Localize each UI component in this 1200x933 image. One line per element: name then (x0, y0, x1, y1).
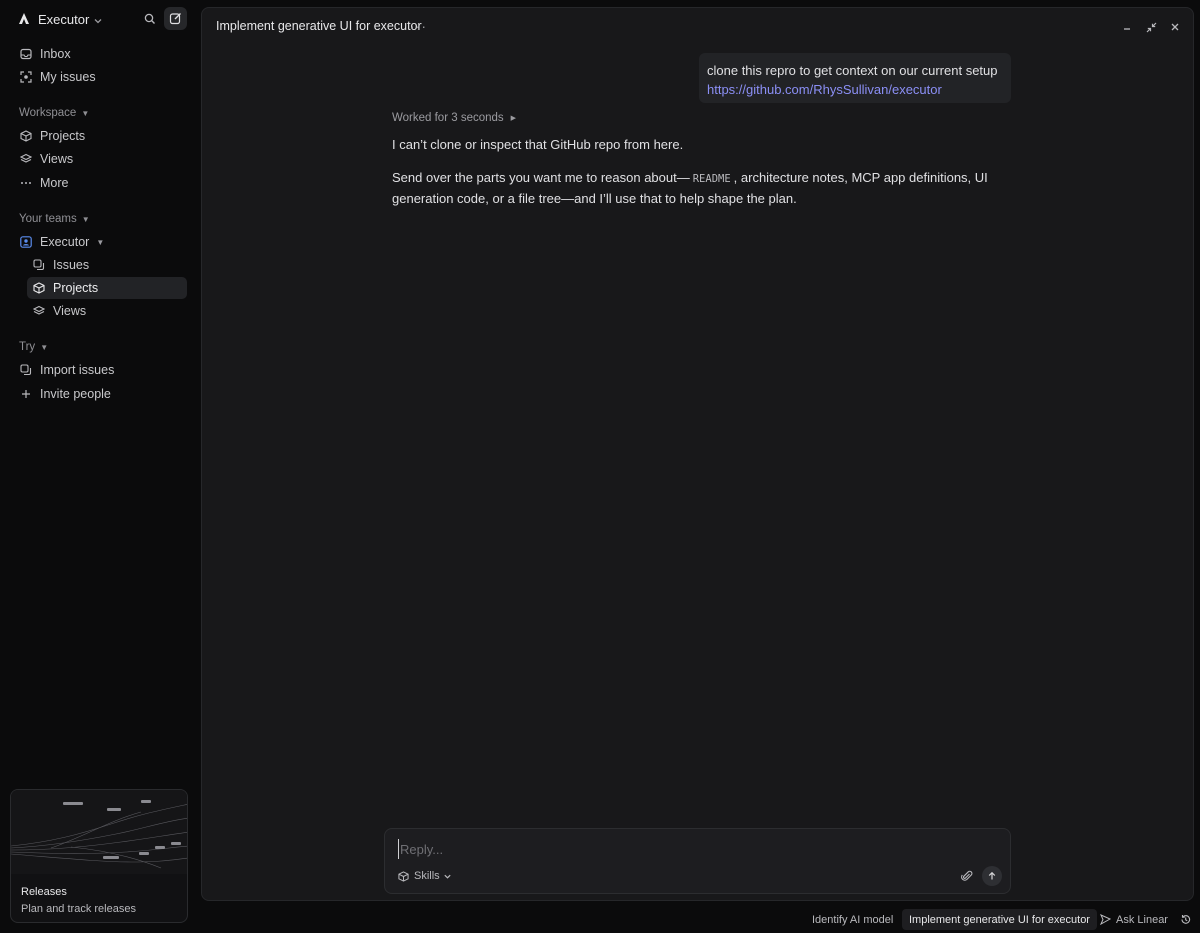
workspace-switcher[interactable]: Executor (10, 8, 190, 30)
ask-linear-label: Ask Linear (1116, 913, 1168, 926)
layers-icon (19, 152, 33, 166)
releases-illustration (11, 790, 187, 874)
user-message: clone this repro to get context on our c… (699, 53, 1011, 103)
more-options-button[interactable]: ··· (410, 18, 427, 34)
sidebar-item-label: Views (40, 152, 74, 166)
assistant-paragraph: Send over the parts you want me to reaso… (392, 168, 992, 208)
sidebar-item-label: Invite people (40, 387, 111, 401)
workspace-name: Executor (38, 11, 90, 27)
app-root: Executor Inbox My issues Workspace ▼ Pro… (0, 0, 1200, 933)
worked-status-toggle[interactable]: Worked for 3 seconds ▶ (392, 112, 516, 124)
worked-label: Worked for 3 seconds (392, 112, 504, 124)
sidebar-item-team-projects[interactable]: Projects (27, 277, 187, 299)
section-try[interactable]: Try ▼ (19, 341, 48, 353)
close-icon[interactable] (1168, 20, 1182, 34)
sidebar-item-label: Executor (40, 235, 90, 249)
my-issues-icon (19, 70, 33, 84)
ellipsis-icon (19, 176, 33, 190)
collapse-icon[interactable] (1144, 20, 1158, 34)
cube-icon (32, 281, 46, 295)
chat-panel: Implement generative UI for executor ···… (201, 7, 1194, 901)
sidebar-item-inbox[interactable]: Inbox (12, 43, 187, 65)
sidebar-item-label: Issues (53, 258, 90, 272)
ask-linear-button[interactable]: Ask Linear (1100, 909, 1168, 930)
history-icon[interactable] (1180, 909, 1191, 930)
reply-composer: Skills (384, 828, 1011, 894)
plus-icon (19, 387, 33, 401)
inline-code: README (692, 173, 731, 185)
sidebar-item-my-issues[interactable]: My issues (12, 66, 187, 88)
team-icon (19, 235, 33, 249)
sidebar-item-label: Import issues (40, 363, 115, 377)
sidebar-item-label: Views (53, 304, 87, 318)
panel-title: Implement generative UI for executor (216, 19, 422, 33)
skills-button[interactable]: Skills (398, 870, 452, 882)
caret-down-icon: ▼ (96, 237, 105, 247)
chevron-down-icon (443, 872, 452, 881)
minimize-icon[interactable] (1120, 20, 1134, 34)
paperclip-icon[interactable] (960, 869, 974, 883)
sidebar-item-label: My issues (40, 70, 96, 84)
sidebar-item-team-views[interactable]: Views (27, 300, 187, 322)
sidebar-item-invite-people[interactable]: Invite people (12, 383, 187, 405)
user-message-text: clone this repro to get context on our c… (707, 63, 998, 78)
cube-icon (398, 870, 409, 882)
send-button[interactable] (982, 866, 1002, 886)
sidebar-item-projects[interactable]: Projects (12, 125, 187, 147)
reply-input[interactable] (398, 839, 898, 859)
assistant-text: Send over the parts you want me to reaso… (392, 170, 690, 185)
sidebar-item-label: Projects (40, 129, 86, 143)
section-label: Try (19, 341, 36, 353)
sidebar-item-label: Projects (53, 281, 99, 295)
search-icon[interactable] (140, 9, 160, 29)
sidebar-item-issues[interactable]: Issues (27, 254, 187, 276)
import-icon (19, 363, 33, 377)
layers-icon (32, 304, 46, 318)
compose-button[interactable] (164, 7, 187, 30)
sidebar-item-views[interactable]: Views (12, 148, 187, 170)
section-label: Your teams (19, 213, 77, 225)
sidebar-team-executor[interactable]: Executor ▼ (12, 231, 187, 253)
identify-ai-model-tab[interactable]: Identify AI model (812, 909, 893, 930)
send-icon (1100, 914, 1111, 925)
caret-down-icon: ▼ (40, 342, 49, 352)
active-chat-tab[interactable]: Implement generative UI for executor (902, 909, 1097, 930)
sidebar-item-label: More (40, 176, 69, 190)
sidebar-item-more[interactable]: More (12, 172, 187, 194)
arrow-up-icon (988, 871, 996, 880)
skills-label: Skills (414, 870, 440, 882)
sidebar: Executor Inbox My issues Workspace ▼ Pro… (0, 0, 200, 933)
compose-icon (169, 13, 181, 25)
workspace-logo-icon (16, 11, 32, 27)
caret-down-icon: ▼ (81, 108, 90, 118)
caret-down-icon: ▼ (81, 214, 90, 224)
bottom-bar: Identify AI model Implement generative U… (0, 903, 1200, 933)
cube-icon (19, 129, 33, 143)
assistant-paragraph: I can’t clone or inspect that GitHub rep… (392, 137, 684, 152)
sidebar-item-label: Inbox (40, 47, 71, 61)
promo-title: Releases (21, 886, 67, 898)
section-workspace[interactable]: Workspace ▼ (19, 107, 89, 119)
section-label: Workspace (19, 107, 77, 119)
repo-link[interactable]: https://github.com/RhysSullivan/executor (707, 80, 1003, 99)
issues-icon (32, 258, 46, 272)
section-your-teams[interactable]: Your teams ▼ (19, 213, 90, 225)
inbox-icon (19, 47, 33, 61)
caret-right-icon: ▶ (510, 115, 517, 122)
chevron-down-icon (93, 14, 103, 24)
sidebar-item-import-issues[interactable]: Import issues (12, 359, 187, 381)
